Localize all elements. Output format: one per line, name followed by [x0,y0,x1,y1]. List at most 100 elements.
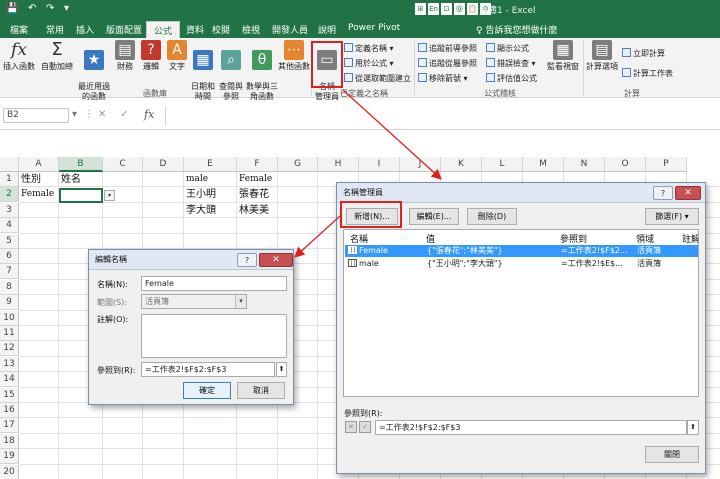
customize-quick-access-icon[interactable]: ▾ [64,3,69,14]
column-header-comment[interactable]: 註解 [682,232,698,245]
tab-data[interactable]: 資料 [186,23,204,36]
cell-a1[interactable]: 性別 [21,172,41,187]
row-header-13[interactable]: 13 [0,356,19,372]
evaluate-formula-button[interactable]: 評估值公式 [486,73,537,84]
calculation-options-button[interactable]: ▤ 計算選項 [585,40,619,72]
define-name-button[interactable]: 定義名稱 ▾ [344,43,394,54]
formula-input[interactable] [165,106,715,126]
column-header-c[interactable]: C [103,157,143,172]
calculate-sheet-button[interactable]: 計算工作表 [622,68,673,79]
use-in-formula-button[interactable]: 用於公式 ▾ [344,58,394,69]
column-header-l[interactable]: L [482,157,523,172]
row-header-14[interactable]: 14 [0,372,19,388]
tab-view[interactable]: 檢視 [242,23,260,36]
table-row[interactable]: male {"王小明";"李大頭"} =工作表2!$E$... 活頁簿 [345,258,698,270]
comment-textarea[interactable] [141,314,287,358]
cancel-entry-icon[interactable]: ✕ [98,109,106,120]
trace-dependents-button[interactable]: 追蹤從屬參照 [418,58,477,69]
cancel-edit-icon[interactable]: ✕ [345,421,357,433]
logical-button[interactable]: ? 邏輯 [140,40,162,72]
close-icon[interactable]: ✕ [259,253,293,267]
insert-function-icon[interactable]: fx [144,108,154,121]
row-header-18[interactable]: 18 [0,433,19,449]
cell-b1[interactable]: 姓名 [61,172,81,187]
show-formulas-button[interactable]: 顯示公式 [486,43,529,54]
create-from-selection-button[interactable]: 從選取範圍建立 [344,73,411,84]
column-header-b[interactable]: B [59,157,103,172]
row-header-16[interactable]: 16 [0,403,19,418]
autosum-button[interactable]: Σ 自動加總 [40,40,74,72]
confirm-edit-icon[interactable]: ✓ [359,421,371,433]
tab-home[interactable]: 常用 [46,23,64,36]
column-header-i[interactable]: I [359,157,400,172]
column-header-k[interactable]: K [441,157,482,172]
calculate-now-button[interactable]: 立即計算 [622,48,665,59]
name-field[interactable]: Female [141,276,287,291]
cell-f2[interactable]: 張春花 [239,187,269,202]
close-icon[interactable]: ✕ [675,186,701,200]
cell-e3[interactable]: 李大頭 [186,203,216,218]
help-icon[interactable]: ? [653,186,673,200]
column-header-name[interactable]: 名稱 [350,232,368,245]
lookup-reference-button[interactable]: ⌕ 查閱與 參照 [218,40,244,102]
column-header-f[interactable]: F [237,157,278,172]
tab-insert[interactable]: 插入 [76,23,94,36]
more-functions-button[interactable]: ⋯ 其他函數 [278,40,310,72]
cancel-button[interactable]: 取消 [237,382,285,399]
row-header-19[interactable]: 19 [0,449,19,465]
scope-dropdown-icon[interactable]: ▾ [235,295,246,308]
name-box[interactable]: B2 [3,108,69,123]
ok-button[interactable]: 確定 [183,382,231,399]
row-header-4[interactable]: 4 [0,218,19,234]
math-trig-button[interactable]: θ 數學與三 角函數 [246,40,278,102]
save-icon[interactable]: 💾 [6,3,18,14]
ime-at-icon[interactable]: @ [454,3,465,15]
tab-file[interactable]: 檔案 [10,23,28,36]
watch-window-button[interactable]: ▦ 監看視窗 [546,40,580,72]
cell-f3[interactable]: 林美美 [239,203,269,218]
ime-box-icon[interactable]: ⊡ [441,3,452,15]
tell-me-search[interactable]: ♀ 告訴我您想做什麼 [476,23,557,36]
tab-help[interactable]: 說明 [318,23,336,36]
undo-icon[interactable]: ↶ [28,3,36,14]
row-header-10[interactable]: 10 [0,310,19,326]
select-all-corner[interactable] [0,157,19,172]
error-checking-button[interactable]: 錯誤檢查 ▾ [486,58,536,69]
text-button[interactable]: A 文字 [166,40,188,72]
column-header-m[interactable]: M [523,157,564,172]
row-header-17[interactable]: 17 [0,418,19,434]
column-header-h[interactable]: H [318,157,359,172]
column-header-value[interactable]: 值 [426,232,435,245]
table-row[interactable]: Female {"張春花";"林美美"} =工作表2!$F$2... 活頁簿 [345,245,698,257]
column-header-a[interactable]: A [19,157,59,172]
cell-e1[interactable]: male [186,172,208,187]
row-header-1[interactable]: 1 [0,172,19,187]
row-header-9[interactable]: 9 [0,295,19,311]
column-header-o[interactable]: O [605,157,646,172]
column-header-j[interactable]: J [400,157,441,172]
tab-review[interactable]: 校閱 [212,23,230,36]
row-header-12[interactable]: 12 [0,341,19,357]
refers-to-field[interactable]: =工作表2!$F$2:$F$3 [141,362,275,377]
row-header-20[interactable]: 20 [0,464,19,479]
delete-name-button[interactable]: 刪除(D) [467,208,517,225]
row-header-5[interactable]: 5 [0,233,19,249]
column-header-p[interactable]: P [646,157,687,172]
cell-f1[interactable]: Female [239,172,272,187]
date-time-button[interactable]: ▦ 日期和 時間 [190,40,216,102]
close-button[interactable]: 關閉 [645,446,699,463]
column-header-g[interactable]: G [278,157,318,172]
tab-power-pivot[interactable]: Power Pivot [348,23,400,33]
financial-button[interactable]: ▤ 財務 [114,40,136,72]
cell-a2[interactable]: Female [21,187,54,202]
scope-select[interactable]: 活頁簿 [141,294,247,309]
refers-to-field[interactable]: =工作表2!$F$2:$F$3 [375,420,687,435]
row-header-11[interactable]: 11 [0,326,19,341]
tab-page-layout[interactable]: 版面配置 [106,23,142,36]
row-header-2[interactable]: 2 [0,187,19,203]
data-validation-dropdown-icon[interactable]: ▾ [104,190,115,201]
row-header-7[interactable]: 7 [0,264,19,280]
redo-icon[interactable]: ↷ [46,3,54,14]
confirm-entry-icon[interactable]: ✓ [120,109,128,120]
column-header-refers-to[interactable]: 參照到 [560,232,587,245]
